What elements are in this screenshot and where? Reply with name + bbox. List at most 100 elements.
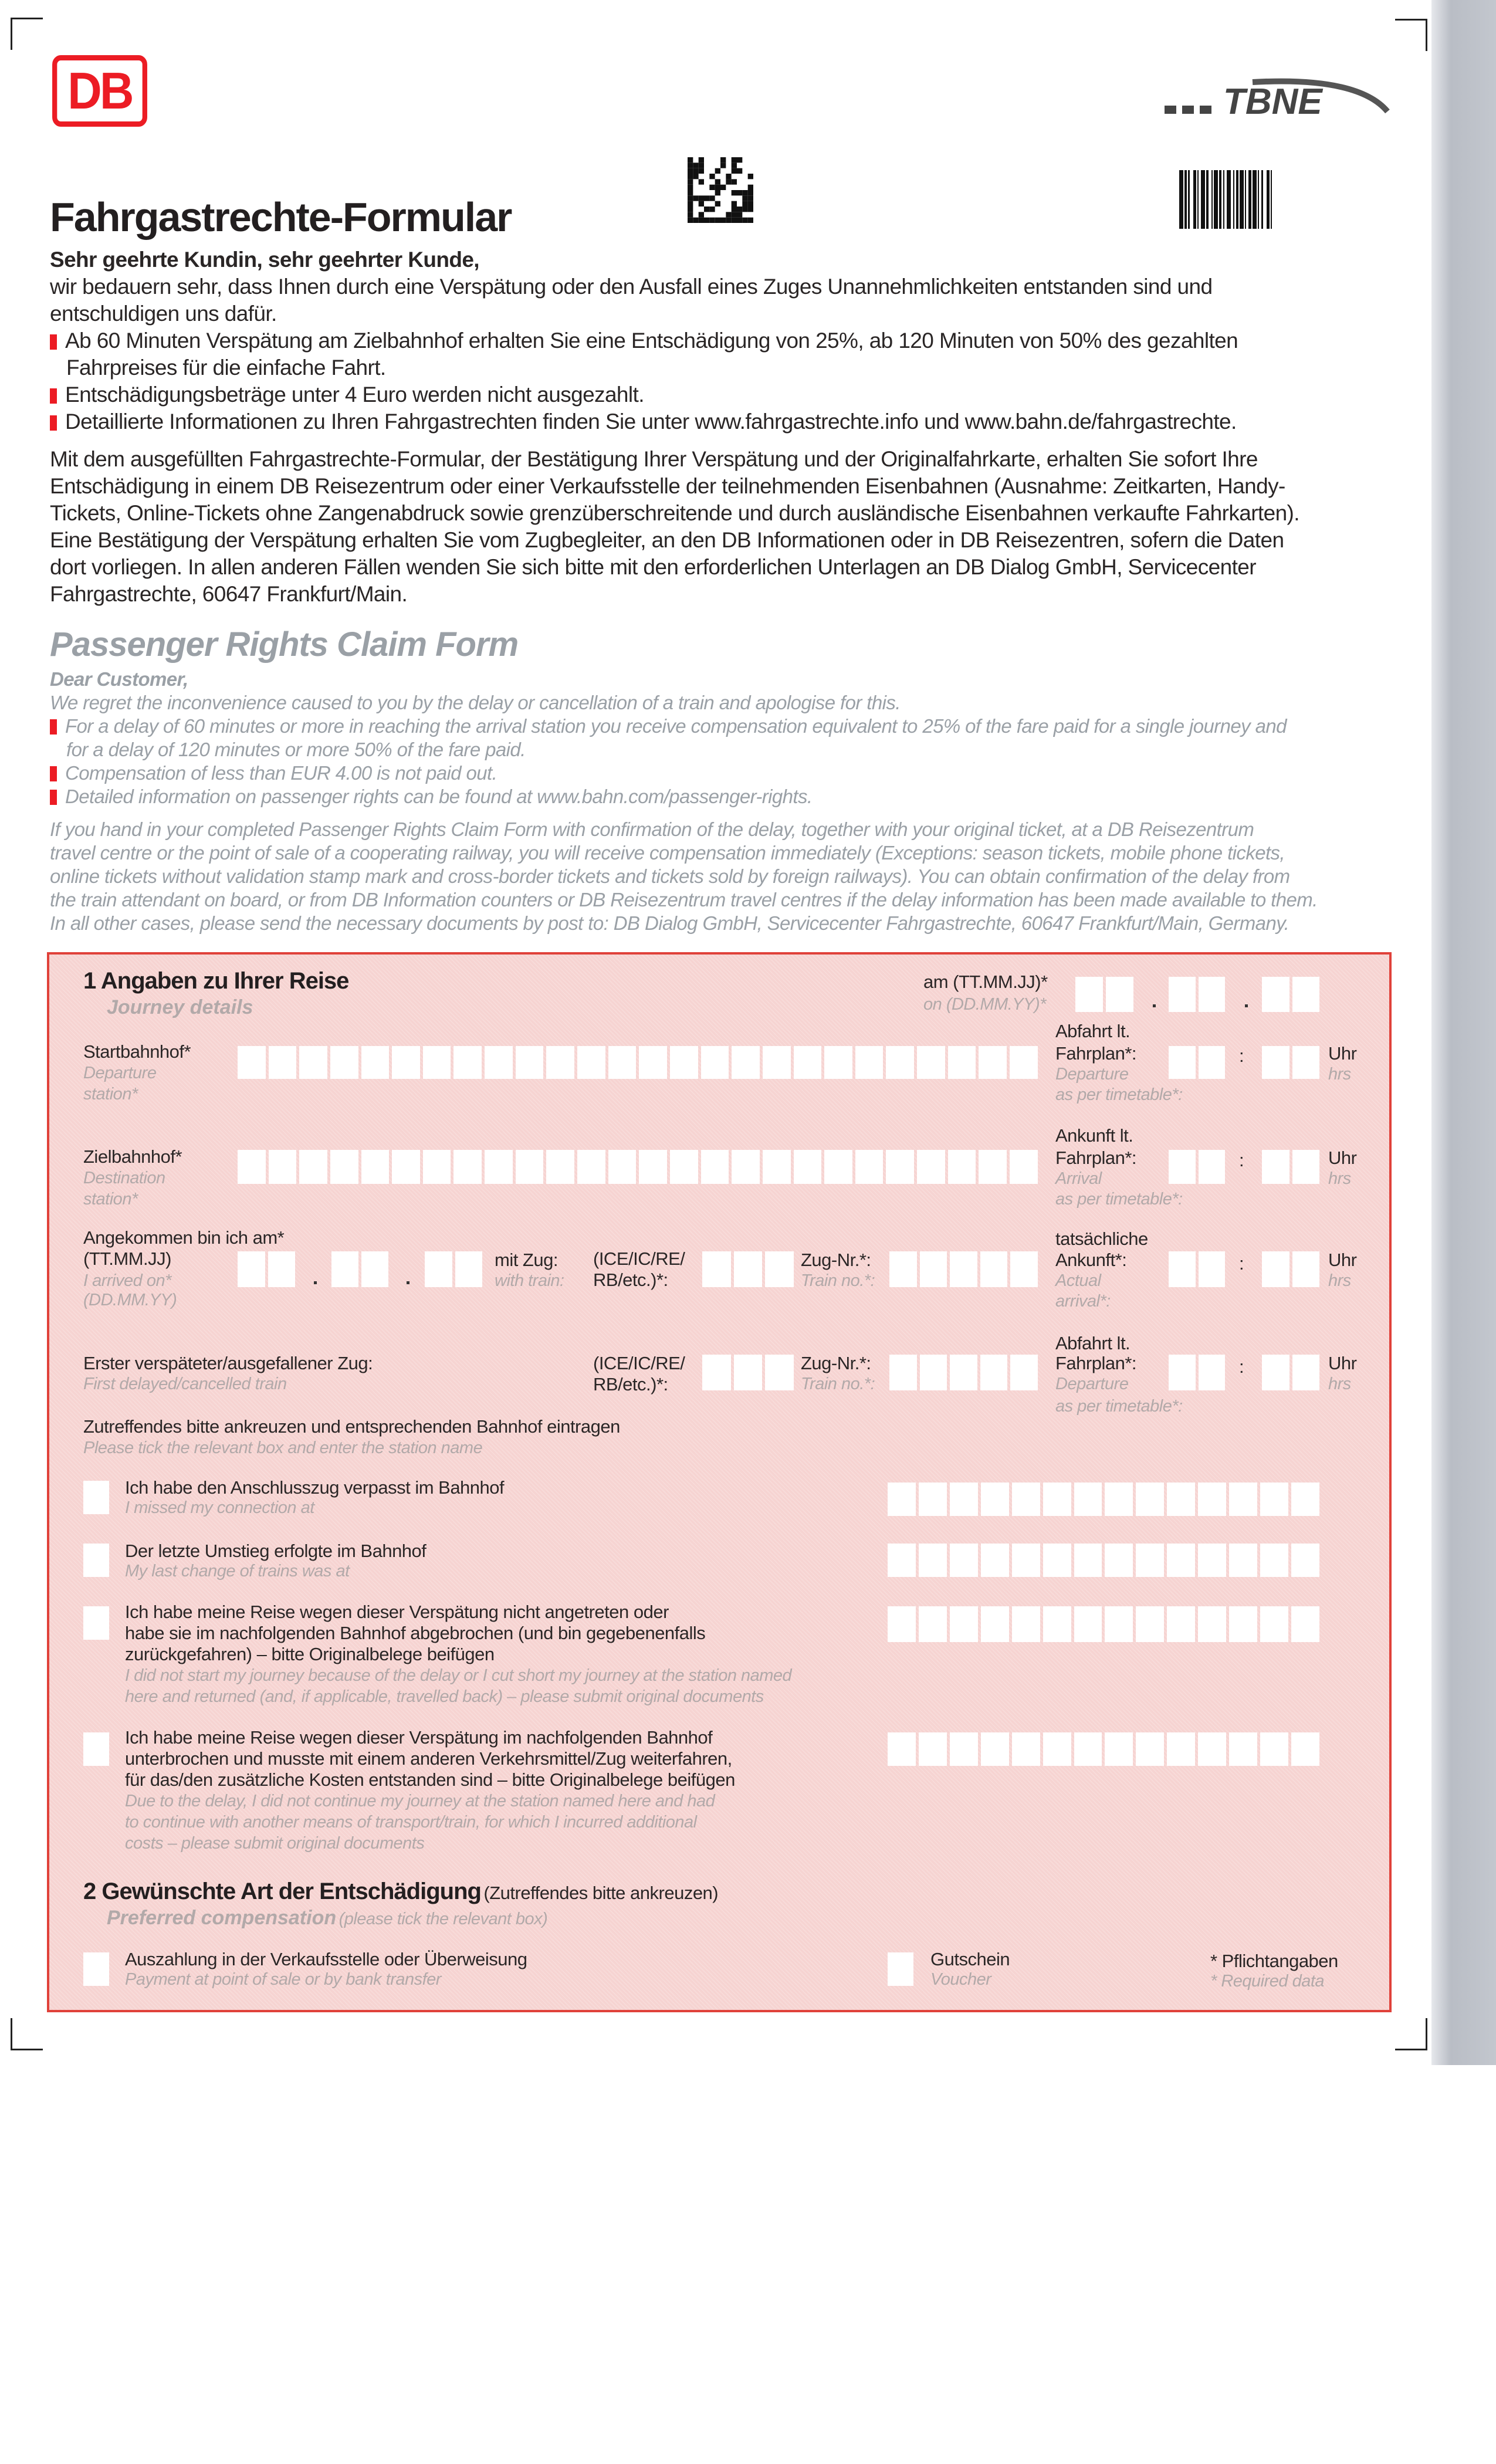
input-cell[interactable] <box>1198 1150 1225 1184</box>
first-departure-minute-input[interactable] <box>1262 1355 1319 1390</box>
input-cell[interactable] <box>980 1732 1009 1766</box>
input-cell[interactable] <box>1010 1251 1038 1287</box>
input-cell[interactable] <box>639 1046 667 1079</box>
last-change-checkbox[interactable] <box>83 1544 109 1577</box>
input-cell[interactable] <box>1292 1150 1319 1184</box>
input-cell[interactable] <box>1169 1046 1196 1079</box>
input-cell[interactable] <box>824 1150 852 1184</box>
input-cell[interactable] <box>330 1150 358 1184</box>
input-cell[interactable] <box>1010 1046 1038 1079</box>
input-cell[interactable] <box>1198 1046 1225 1079</box>
input-cell[interactable] <box>422 1150 451 1184</box>
input-cell[interactable] <box>824 1046 852 1079</box>
input-cell[interactable] <box>1262 1355 1289 1390</box>
input-cell[interactable] <box>947 1046 976 1079</box>
input-cell[interactable] <box>919 1251 947 1287</box>
input-cell[interactable] <box>1167 1483 1196 1516</box>
input-cell[interactable] <box>918 1483 947 1516</box>
input-cell[interactable] <box>702 1355 731 1390</box>
arrival-hour-input[interactable] <box>1169 1150 1225 1184</box>
input-cell[interactable] <box>1169 1150 1196 1184</box>
input-cell[interactable] <box>546 1150 575 1184</box>
input-cell[interactable] <box>1043 1483 1071 1516</box>
input-cell[interactable] <box>917 1046 945 1079</box>
input-cell[interactable] <box>485 1046 513 1079</box>
input-cell[interactable] <box>1262 1251 1289 1287</box>
input-cell[interactable] <box>1292 1251 1319 1287</box>
input-cell[interactable] <box>268 1046 297 1079</box>
input-cell[interactable] <box>1011 1606 1040 1642</box>
payment-checkbox[interactable] <box>83 1952 109 1986</box>
input-cell[interactable] <box>361 1150 390 1184</box>
input-cell[interactable] <box>732 1150 760 1184</box>
input-cell[interactable] <box>980 1606 1009 1642</box>
input-cell[interactable] <box>299 1046 327 1079</box>
input-cell[interactable] <box>762 1150 791 1184</box>
input-cell[interactable] <box>1198 1355 1225 1390</box>
input-cell[interactable] <box>1011 1732 1040 1766</box>
input-cell[interactable] <box>1074 1606 1102 1642</box>
input-cell[interactable] <box>1198 1732 1227 1766</box>
input-cell[interactable] <box>455 1251 482 1287</box>
actual-arrival-hour-input[interactable] <box>1169 1251 1225 1287</box>
input-cell[interactable] <box>330 1046 358 1079</box>
departure-minute-input[interactable] <box>1262 1046 1319 1079</box>
input-cell[interactable] <box>1292 1355 1319 1390</box>
input-cell[interactable] <box>1105 1606 1133 1642</box>
input-cell[interactable] <box>1291 1606 1319 1642</box>
input-cell[interactable] <box>886 1150 915 1184</box>
input-cell[interactable] <box>918 1732 947 1766</box>
input-cell[interactable] <box>1260 1732 1288 1766</box>
input-cell[interactable] <box>1074 1544 1102 1577</box>
input-cell[interactable] <box>855 1046 884 1079</box>
date-day-input[interactable] <box>1075 977 1133 1012</box>
train-number-input[interactable] <box>889 1251 1038 1287</box>
journey-interrupted-checkbox[interactable] <box>83 1732 109 1766</box>
actual-arrival-minute-input[interactable] <box>1262 1251 1319 1287</box>
input-cell[interactable] <box>979 1046 1007 1079</box>
input-cell[interactable] <box>917 1150 945 1184</box>
input-cell[interactable] <box>793 1046 822 1079</box>
input-cell[interactable] <box>949 1606 978 1642</box>
journey-not-started-station-input[interactable] <box>888 1606 1319 1642</box>
input-cell[interactable] <box>888 1483 916 1516</box>
input-cell[interactable] <box>979 1150 1007 1184</box>
input-cell[interactable] <box>1010 1150 1038 1184</box>
missed-connection-checkbox[interactable] <box>83 1481 109 1514</box>
input-cell[interactable] <box>793 1150 822 1184</box>
input-cell[interactable] <box>608 1046 637 1079</box>
input-cell[interactable] <box>888 1732 916 1766</box>
input-cell[interactable] <box>949 1544 978 1577</box>
input-cell[interactable] <box>733 1251 763 1287</box>
input-cell[interactable] <box>732 1046 760 1079</box>
input-cell[interactable] <box>733 1355 763 1390</box>
first-train-type-input[interactable] <box>702 1355 794 1390</box>
input-cell[interactable] <box>238 1150 266 1184</box>
input-cell[interactable] <box>392 1046 420 1079</box>
input-cell[interactable] <box>1169 1355 1196 1390</box>
date-year-input[interactable] <box>1262 977 1319 1012</box>
input-cell[interactable] <box>1262 1046 1289 1079</box>
input-cell[interactable] <box>608 1150 637 1184</box>
input-cell[interactable] <box>950 1251 977 1287</box>
input-cell[interactable] <box>1043 1732 1071 1766</box>
input-cell[interactable] <box>1291 1544 1319 1577</box>
input-cell[interactable] <box>1229 1483 1258 1516</box>
input-cell[interactable] <box>1292 1046 1319 1079</box>
input-cell[interactable] <box>1260 1544 1288 1577</box>
input-cell[interactable] <box>980 1544 1009 1577</box>
input-cell[interactable] <box>700 1046 729 1079</box>
input-cell[interactable] <box>1292 977 1319 1012</box>
input-cell[interactable] <box>546 1046 575 1079</box>
input-cell[interactable] <box>1198 1544 1227 1577</box>
input-cell[interactable] <box>1105 1732 1133 1766</box>
input-cell[interactable] <box>453 1046 482 1079</box>
destination-station-input[interactable] <box>238 1150 1038 1184</box>
input-cell[interactable] <box>947 1150 976 1184</box>
input-cell[interactable] <box>1136 1732 1165 1766</box>
input-cell[interactable] <box>1167 1606 1196 1642</box>
input-cell[interactable] <box>919 1355 947 1390</box>
input-cell[interactable] <box>700 1150 729 1184</box>
input-cell[interactable] <box>485 1150 513 1184</box>
input-cell[interactable] <box>1229 1606 1258 1642</box>
